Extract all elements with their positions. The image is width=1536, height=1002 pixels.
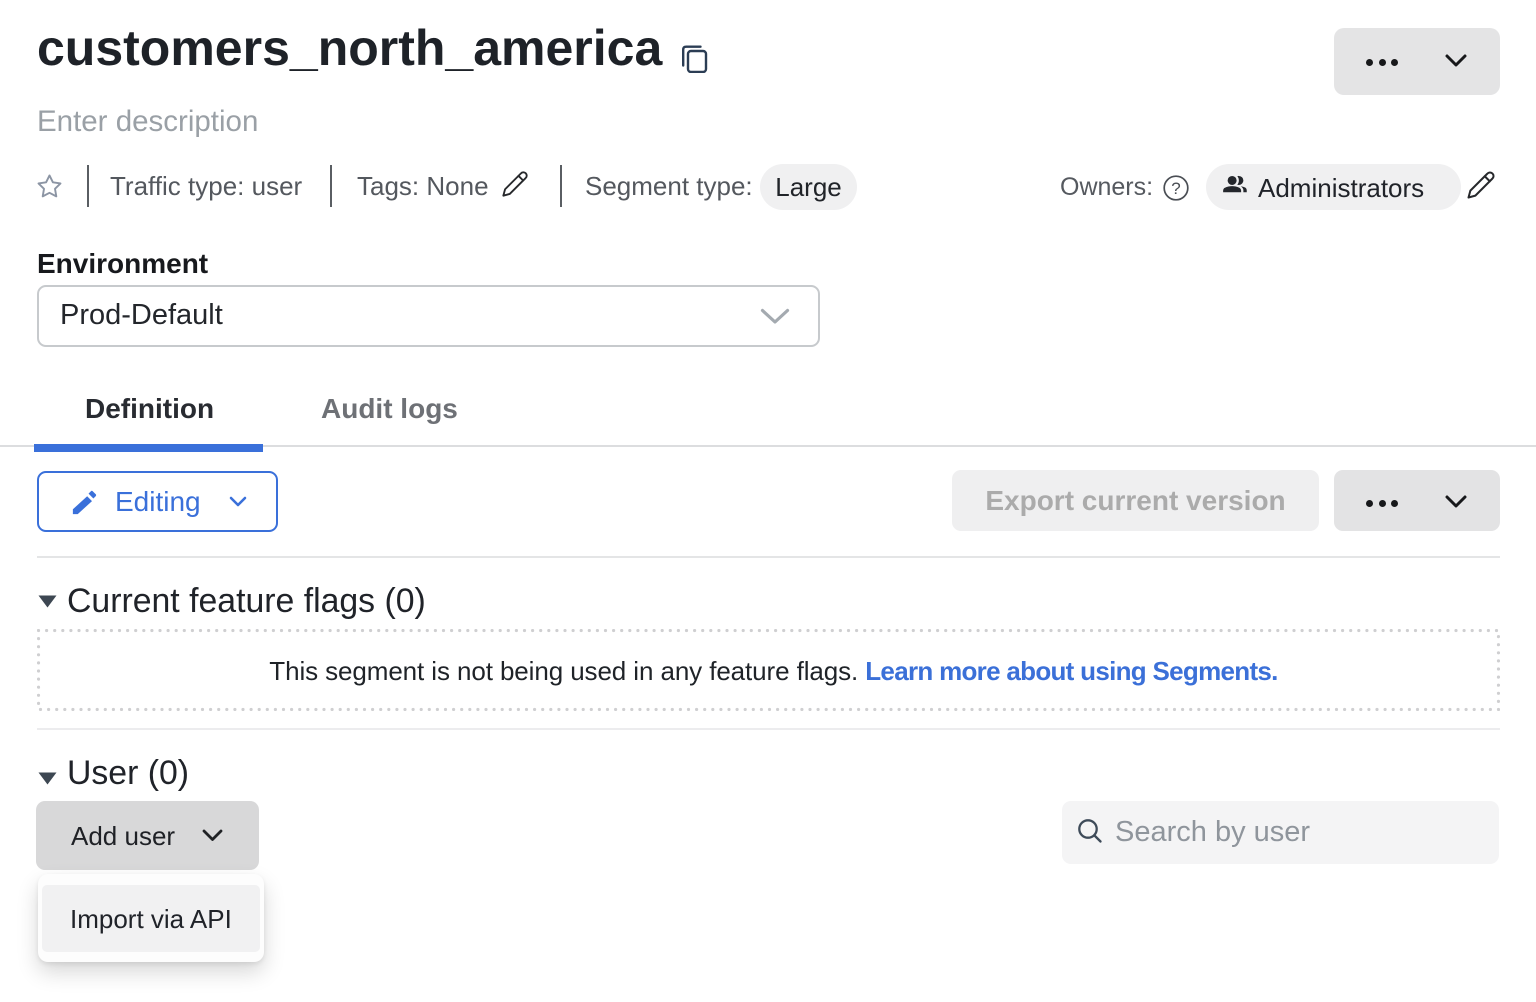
svg-text:?: ? [1171, 179, 1180, 198]
